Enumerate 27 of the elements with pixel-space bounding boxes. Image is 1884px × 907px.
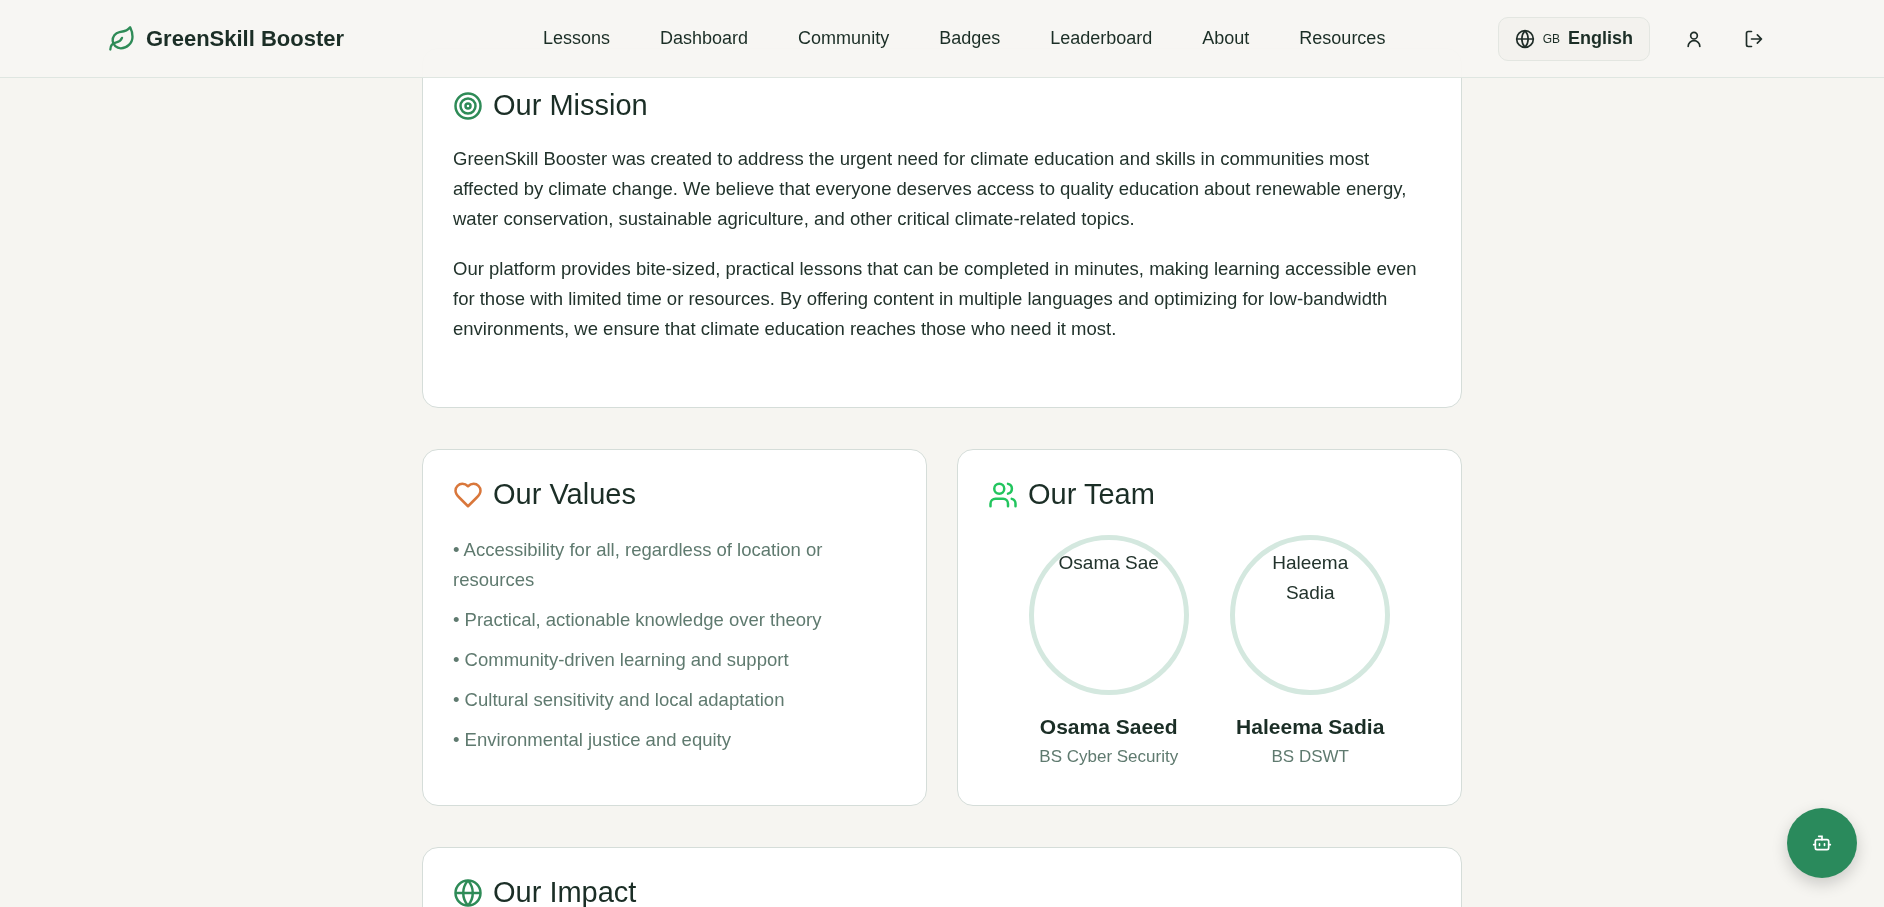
- brand-name[interactable]: GreenSkill Booster: [146, 25, 345, 52]
- nav-link[interactable]: About: [1177, 28, 1275, 49]
- section-title: Our Mission: [493, 89, 648, 122]
- value-item: • Accessibility for all, regardless of location or resources: [453, 538, 824, 592]
- section-title: Our Team: [1028, 478, 1155, 511]
- member-name: Osama Saeed: [1039, 715, 1178, 739]
- nav-link[interactable]: Lessons: [518, 28, 636, 49]
- value-item: • Cultural sensitivity and local adaptation: [453, 688, 786, 712]
- member-role: BS DSWT: [1271, 747, 1349, 767]
- avatar-alt-text: Osama Sae: [1057, 551, 1160, 575]
- nav-link[interactable]: Leaderboard: [1025, 28, 1178, 49]
- value-item: • Community-driven learning and support: [453, 648, 790, 672]
- language-label: English: [1568, 28, 1633, 49]
- nav-link[interactable]: Dashboard: [635, 28, 774, 49]
- nav-link[interactable]: Resources: [1274, 28, 1411, 49]
- value-item: • Environmental justice and equity: [453, 728, 732, 752]
- value-item: • Practical, actionable knowledge over theory: [453, 608, 823, 632]
- member-name: Haleema Sadia: [1236, 715, 1385, 739]
- paragraph: Our platform provides bite-sized, practical lessons that can be completed in minutes, making learning accessible even for those with limited time or resources. By offering content in multiple languages and optimizing for low-bandwidth environments, we ensure that climate education reaches those who need it most.: [453, 257, 1418, 341]
- language-button[interactable]: GB English: [1497, 16, 1650, 61]
- member-role: BS Cyber Security: [1039, 747, 1179, 767]
- section-title: Our Values: [493, 478, 636, 511]
- avatar-alt-text: Haleema Sadia: [1271, 551, 1350, 605]
- flag-code: GB: [1542, 31, 1560, 46]
- nav-link[interactable]: Community: [773, 28, 915, 49]
- paragraph: GreenSkill Booster was created to address the urgent need for climate education and skills in communities most affected by climate change. We believe that everyone deserves access to quality education about renewable energy, water conservation, sustainable agriculture, and other critical climate-related topics.: [453, 147, 1408, 231]
- nav-link[interactable]: Badges: [914, 28, 1026, 49]
